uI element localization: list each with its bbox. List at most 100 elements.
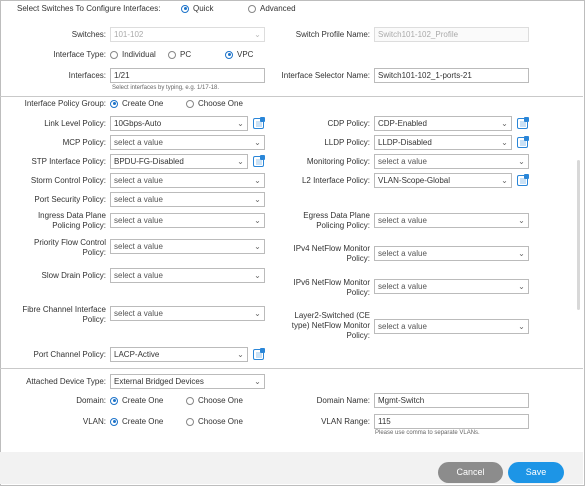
chevron-down-icon: ⌄ bbox=[237, 157, 244, 166]
vlan-range-input[interactable]: 115 bbox=[374, 414, 529, 429]
create-policy-icon[interactable] bbox=[517, 117, 529, 129]
monitoring-policy-label: Monitoring Policy: bbox=[306, 157, 370, 166]
policy-group-create-radio[interactable]: Create One bbox=[110, 99, 163, 108]
radio-empty-icon bbox=[248, 4, 256, 13]
scrollbar[interactable] bbox=[577, 160, 580, 310]
lldp-policy-select[interactable]: LLDP-Disabled ⌄ bbox=[374, 135, 512, 150]
chevron-down-icon: ⌄ bbox=[237, 350, 244, 359]
priority-flow-control-policy-select[interactable]: select a value ⌄ bbox=[110, 239, 265, 254]
mcp-policy-label: MCP Policy: bbox=[62, 138, 106, 147]
chevron-down-icon: ⌄ bbox=[254, 30, 261, 39]
save-button[interactable]: Save bbox=[508, 462, 564, 483]
port-security-policy-select[interactable]: select a value ⌄ bbox=[110, 192, 265, 207]
cdp-policy-select[interactable]: CDP-Enabled ⌄ bbox=[374, 116, 512, 131]
profile-name-label: Switch Profile Name: bbox=[295, 30, 370, 39]
ipv4-netflow-policy-select[interactable]: select a value ⌄ bbox=[374, 246, 529, 261]
radio-empty-icon bbox=[186, 417, 194, 426]
chevron-down-icon: ⌄ bbox=[518, 216, 525, 225]
chevron-down-icon: ⌄ bbox=[501, 176, 508, 185]
interfaces-input[interactable]: 1/21 bbox=[110, 68, 265, 83]
section-divider bbox=[0, 368, 583, 369]
radio-selected-icon bbox=[110, 99, 118, 108]
radio-selected-icon bbox=[225, 50, 233, 59]
mode-quick-radio[interactable]: Quick bbox=[181, 4, 213, 13]
radio-empty-icon bbox=[110, 50, 118, 59]
interfaces-hint: Select interfaces by typing, e.g. 1/17-1… bbox=[112, 85, 220, 91]
select-switches-label: Select Switches To Configure Interfaces: bbox=[17, 4, 161, 13]
chevron-down-icon: ⌄ bbox=[254, 271, 261, 280]
radio-empty-icon bbox=[186, 99, 194, 108]
domain-name-label: Domain Name: bbox=[316, 396, 370, 405]
radio-selected-icon bbox=[181, 4, 189, 13]
domain-create-radio[interactable]: Create One bbox=[110, 396, 163, 405]
ingress-policing-policy-select[interactable]: select a value ⌄ bbox=[110, 213, 265, 228]
domain-choose-radio[interactable]: Choose One bbox=[186, 396, 243, 405]
radio-empty-icon bbox=[186, 396, 194, 405]
create-policy-icon[interactable] bbox=[253, 155, 265, 167]
l2-netflow-policy-select[interactable]: select a value ⌄ bbox=[374, 319, 529, 334]
fibre-channel-policy-select[interactable]: select a value ⌄ bbox=[110, 306, 265, 321]
priority-flow-control-policy-label: Priority Flow Control Policy: bbox=[33, 238, 106, 257]
egress-policing-policy-select[interactable]: select a value ⌄ bbox=[374, 213, 529, 228]
mcp-policy-select[interactable]: select a value ⌄ bbox=[110, 135, 265, 150]
create-policy-icon[interactable] bbox=[517, 174, 529, 186]
chevron-down-icon: ⌄ bbox=[254, 195, 261, 204]
chevron-down-icon: ⌄ bbox=[254, 242, 261, 251]
chevron-down-icon: ⌄ bbox=[254, 309, 261, 318]
chevron-down-icon: ⌄ bbox=[254, 138, 261, 147]
port-channel-policy-select[interactable]: LACP-Active ⌄ bbox=[110, 347, 248, 362]
attached-device-label: Attached Device Type: bbox=[26, 377, 106, 386]
stp-policy-select[interactable]: BPDU-FG-Disabled ⌄ bbox=[110, 154, 248, 169]
port-security-policy-label: Port Security Policy: bbox=[34, 195, 106, 204]
egress-policing-policy-label: Egress Data Plane Policing Policy: bbox=[303, 211, 370, 230]
type-pc-radio[interactable]: PC bbox=[168, 50, 191, 59]
ipv6-netflow-policy-label: IPv6 NetFlow Monitor Policy: bbox=[293, 278, 370, 297]
interface-type-label: Interface Type: bbox=[53, 50, 106, 59]
chevron-down-icon: ⌄ bbox=[518, 249, 525, 258]
monitoring-policy-select[interactable]: select a value ⌄ bbox=[374, 154, 529, 169]
selector-name-input[interactable]: Switch101-102_1-ports-21 bbox=[374, 68, 529, 83]
policy-group-label: Interface Policy Group: bbox=[24, 99, 106, 108]
mode-advanced-radio[interactable]: Advanced bbox=[248, 4, 296, 13]
create-policy-icon[interactable] bbox=[517, 136, 529, 148]
type-vpc-radio[interactable]: VPC bbox=[225, 50, 253, 59]
radio-empty-icon bbox=[168, 50, 176, 59]
create-policy-icon[interactable] bbox=[253, 348, 265, 360]
lldp-policy-label: LLDP Policy: bbox=[324, 138, 370, 147]
l2-netflow-policy-label: Layer2-Switched (CE type) NetFlow Monito… bbox=[291, 311, 370, 340]
chevron-down-icon: ⌄ bbox=[254, 176, 261, 185]
switches-select[interactable]: 101-102 ⌄ bbox=[110, 27, 265, 42]
storm-control-policy-label: Storm Control Policy: bbox=[30, 176, 106, 185]
port-channel-policy-label: Port Channel Policy: bbox=[33, 350, 106, 359]
policy-group-choose-radio[interactable]: Choose One bbox=[186, 99, 243, 108]
l2-interface-policy-select[interactable]: VLAN-Scope-Global ⌄ bbox=[374, 173, 512, 188]
link-level-policy-select[interactable]: 10Gbps-Auto ⌄ bbox=[110, 116, 248, 131]
vlan-choose-radio[interactable]: Choose One bbox=[186, 417, 243, 426]
attached-device-select[interactable]: External Bridged Devices ⌄ bbox=[110, 374, 265, 389]
link-level-policy-label: Link Level Policy: bbox=[44, 119, 106, 128]
selector-name-label: Interface Selector Name: bbox=[281, 71, 370, 80]
interfaces-label: Interfaces: bbox=[68, 71, 106, 80]
stp-policy-label: STP Interface Policy: bbox=[31, 157, 106, 166]
vlan-label: VLAN: bbox=[82, 417, 106, 426]
section-divider bbox=[0, 96, 583, 97]
profile-name-input[interactable]: Switch101-102_Profile bbox=[374, 27, 529, 42]
switches-label: Switches: bbox=[71, 30, 106, 39]
domain-name-input[interactable]: Mgmt-Switch bbox=[374, 393, 529, 408]
chevron-down-icon: ⌄ bbox=[501, 119, 508, 128]
chevron-down-icon: ⌄ bbox=[501, 138, 508, 147]
type-individual-radio[interactable]: Individual bbox=[110, 50, 156, 59]
storm-control-policy-select[interactable]: select a value ⌄ bbox=[110, 173, 265, 188]
vlan-create-radio[interactable]: Create One bbox=[110, 417, 163, 426]
slow-drain-policy-select[interactable]: select a value ⌄ bbox=[110, 268, 265, 283]
create-policy-icon[interactable] bbox=[253, 117, 265, 129]
cancel-button[interactable]: Cancel bbox=[438, 462, 503, 483]
ipv6-netflow-policy-select[interactable]: select a value ⌄ bbox=[374, 279, 529, 294]
chevron-down-icon: ⌄ bbox=[254, 377, 261, 386]
ingress-policing-policy-label: Ingress Data Plane Policing Policy: bbox=[37, 211, 106, 230]
chevron-down-icon: ⌄ bbox=[518, 157, 525, 166]
radio-selected-icon bbox=[110, 396, 118, 405]
fibre-channel-policy-label: Fibre Channel Interface Policy: bbox=[22, 305, 106, 324]
chevron-down-icon: ⌄ bbox=[518, 282, 525, 291]
radio-selected-icon bbox=[110, 417, 118, 426]
